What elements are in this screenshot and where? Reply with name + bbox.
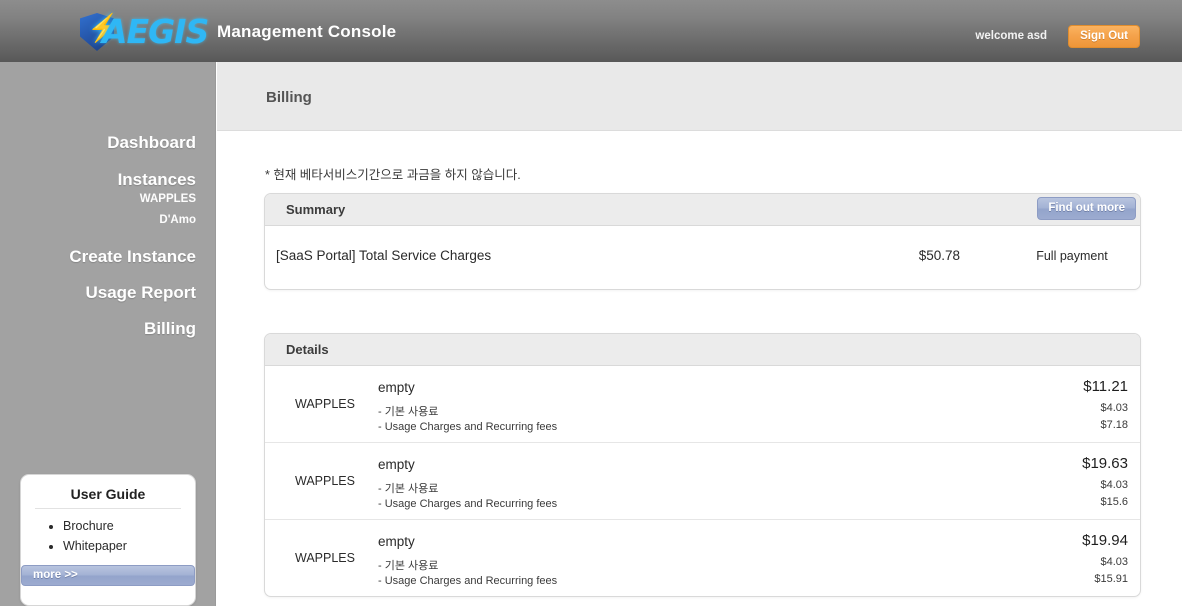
row-sub2-label: - Usage Charges and Recurring fees: [378, 575, 558, 587]
row-sub2-amount: $7.18: [1100, 419, 1128, 431]
summary-row: [SaaS Portal] Total Service Charges $50.…: [265, 226, 1140, 291]
beta-notice: * 현재 베타서비스기간으로 과금을 하지 않습니다.: [265, 168, 521, 182]
divider: [35, 508, 181, 509]
page-title: Billing: [266, 89, 312, 106]
sidebar-subitem-damo[interactable]: D'Amo: [159, 214, 196, 226]
logo-text: AEGIS: [102, 12, 209, 51]
row-sub1-label: - 기본 사용료: [378, 560, 439, 572]
summary-status: Full payment: [1036, 249, 1108, 263]
table-row: WAPPLES empty - 기본 사용료 - Usage Charges a…: [265, 443, 1140, 520]
details-panel: Details WAPPLES empty - 기본 사용료 - Usage C…: [264, 333, 1141, 597]
welcome-message: welcome asd: [975, 30, 1047, 42]
table-row: WAPPLES empty - 기본 사용료 - Usage Charges a…: [265, 366, 1140, 443]
main-content: * 현재 베타서비스기간으로 과금을 하지 않습니다. Summary Find…: [217, 131, 1182, 606]
row-total-amount: $19.94: [1082, 532, 1128, 549]
sidebar-item-usage-report[interactable]: Usage Report: [85, 283, 196, 303]
user-guide-more-button[interactable]: more >>: [21, 565, 195, 586]
row-product: WAPPLES: [295, 551, 355, 565]
row-sub1-amount: $4.03: [1100, 402, 1128, 414]
user-guide-box: User Guide Brochure Whitepaper more >>: [20, 474, 196, 606]
aegis-logo[interactable]: ⚡ AEGIS: [80, 8, 209, 56]
row-product: WAPPLES: [295, 397, 355, 411]
app-header: ⚡ AEGIS Management Console welcome asd S…: [0, 0, 1182, 62]
row-name: empty: [378, 534, 415, 549]
row-total-amount: $19.63: [1082, 455, 1128, 472]
row-name: empty: [378, 457, 415, 472]
summary-label: [SaaS Portal] Total Service Charges: [276, 248, 492, 263]
row-sub1-label: - 기본 사용료: [378, 406, 439, 418]
details-panel-title: Details: [286, 342, 329, 357]
sidebar-item-instances[interactable]: Instances: [118, 170, 196, 190]
summary-panel: Summary Find out more [SaaS Portal] Tota…: [264, 193, 1141, 290]
row-product: WAPPLES: [295, 474, 355, 488]
row-sub2-amount: $15.6: [1100, 496, 1128, 508]
summary-panel-title: Summary: [286, 202, 346, 217]
sign-out-button[interactable]: Sign Out: [1068, 25, 1140, 48]
row-sub1-amount: $4.03: [1100, 479, 1128, 491]
row-sub2-label: - Usage Charges and Recurring fees: [378, 498, 558, 510]
summary-amount: $50.78: [918, 248, 960, 263]
sidebar: Dashboard Instances WAPPLES D'Amo Create…: [0, 62, 216, 606]
user-guide-list: Brochure Whitepaper: [21, 516, 195, 556]
sidebar-subitem-wapples[interactable]: WAPPLES: [140, 193, 196, 205]
row-total-amount: $11.21: [1083, 378, 1128, 395]
row-sub1-amount: $4.03: [1100, 556, 1128, 568]
table-row: WAPPLES empty - 기본 사용료 - Usage Charges a…: [265, 520, 1140, 596]
details-panel-header: Details: [265, 334, 1140, 366]
row-sub1-label: - 기본 사용료: [378, 483, 439, 495]
summary-panel-header: Summary Find out more: [265, 194, 1140, 226]
page-title-bar: Billing: [217, 62, 1182, 131]
find-out-more-button[interactable]: Find out more: [1037, 197, 1136, 220]
sidebar-item-billing[interactable]: Billing: [144, 319, 196, 339]
user-guide-title: User Guide: [70, 486, 146, 502]
row-name: empty: [378, 380, 415, 395]
console-title: Management Console: [217, 22, 397, 41]
row-sub2-amount: $15.91: [1094, 573, 1128, 585]
row-sub2-label: - Usage Charges and Recurring fees: [378, 421, 558, 433]
sidebar-item-dashboard[interactable]: Dashboard: [107, 133, 196, 153]
sidebar-item-create-instance[interactable]: Create Instance: [69, 247, 196, 267]
user-guide-link-whitepaper[interactable]: Whitepaper: [63, 536, 195, 556]
user-guide-link-brochure[interactable]: Brochure: [63, 516, 195, 536]
